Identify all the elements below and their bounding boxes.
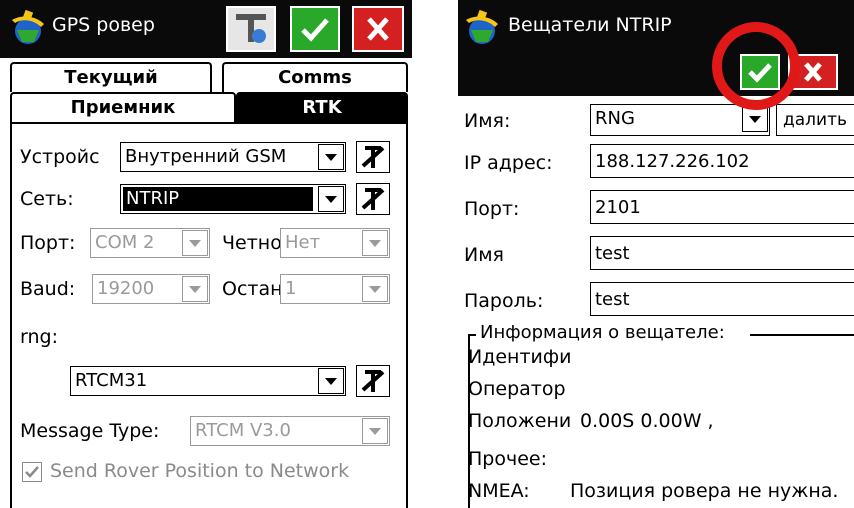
title-bar: GPS ровер (0, 0, 412, 58)
tools-icon (361, 146, 385, 168)
baud-label: Baud: (20, 278, 76, 300)
chevron-down-icon[interactable] (182, 230, 208, 256)
chevron-down-icon[interactable] (362, 418, 388, 444)
operator-label: Оператор (468, 378, 566, 400)
highlight-ring (712, 22, 800, 110)
content-border-left (10, 122, 12, 508)
send-rover-label: Send Rover Position to Network (50, 460, 350, 482)
satellite-app-icon (466, 9, 498, 44)
info-group-border (468, 334, 476, 336)
device-settings-button[interactable] (356, 141, 390, 173)
stop-bits-select[interactable]: 1 (280, 274, 390, 304)
identifier-label: Идентифи (468, 346, 572, 368)
network-settings-button[interactable] (356, 183, 390, 215)
nmea-value: Позиция ровера не нужна. (570, 480, 839, 502)
network-value: NTRIP (123, 187, 313, 211)
window-title: GPS ровер (52, 14, 155, 36)
configure-button[interactable] (226, 6, 276, 52)
chevron-down-icon[interactable] (318, 368, 344, 394)
satellite-app-icon (12, 9, 44, 44)
port-label: Порт: (20, 232, 76, 254)
caster-name-select[interactable]: RNG (590, 104, 770, 136)
chevron-down-icon[interactable] (362, 230, 388, 256)
tab-receiver[interactable]: Приемник (10, 92, 236, 122)
stop-bits-value: 1 (285, 278, 297, 299)
rng-value: RTCM31 (75, 370, 148, 391)
rng-label: rng: (20, 326, 58, 348)
user-name-input[interactable]: test (590, 236, 854, 270)
user-name-value: test (595, 243, 630, 264)
message-type-value: RTCM V3.0 (195, 420, 291, 441)
ip-address-label: IP адрес: (464, 152, 553, 174)
user-name-label: Имя (464, 244, 504, 266)
port-input[interactable]: 2101 (590, 190, 854, 224)
gps-rover-window: GPS ровер Текущий Comms Приемник RTK Уст… (0, 0, 412, 508)
other-label: Прочее: (468, 448, 547, 470)
close-button[interactable] (352, 6, 404, 52)
accept-button[interactable] (290, 6, 340, 52)
device-value: Внутренний GSM (125, 146, 287, 167)
position-value: 0.00S 0.00W , (580, 410, 714, 432)
port-select[interactable]: COM 2 (90, 228, 210, 258)
name-label: Имя: (464, 110, 511, 132)
ntrip-casters-window: Вещатели NTRIP Имя: RNG далить IP адрес:… (458, 0, 854, 508)
close-icon (367, 17, 389, 41)
nmea-label: NMEA: (468, 480, 530, 502)
checkmark-icon (301, 18, 329, 42)
password-value: test (595, 289, 630, 310)
rng-settings-button[interactable] (356, 365, 390, 397)
parity-select[interactable]: Нет (280, 228, 390, 258)
position-label: Положени (468, 410, 572, 432)
tab-comms[interactable]: Comms (222, 62, 408, 92)
tools-icon (361, 188, 385, 210)
password-label: Пароль: (464, 290, 544, 312)
content-border-top (10, 122, 408, 124)
message-type-select[interactable]: RTCM V3.0 (190, 416, 390, 446)
chevron-down-icon[interactable] (318, 144, 344, 170)
caster-info-header: Информация о вещателе: (478, 322, 727, 343)
port-value: 2101 (595, 197, 641, 218)
parity-value: Нет (285, 232, 321, 253)
port-label: Порт: (464, 198, 520, 220)
checkmark-icon (25, 466, 39, 478)
chevron-down-icon[interactable] (182, 276, 208, 302)
ip-address-input[interactable]: 188.127.226.102 (590, 144, 854, 178)
baud-value: 19200 (97, 278, 155, 299)
device-label: Устройс (20, 146, 100, 168)
password-input[interactable]: test (590, 282, 854, 316)
delete-button[interactable]: далить (776, 104, 854, 136)
rng-select[interactable]: RTCM31 (70, 366, 346, 396)
window-title: Вещатели NTRIP (508, 14, 672, 36)
tab-current[interactable]: Текущий (10, 62, 212, 92)
ip-address-value: 188.127.226.102 (595, 151, 750, 172)
message-type-label: Message Type: (20, 420, 160, 442)
baud-select[interactable]: 19200 (92, 274, 210, 304)
network-select[interactable]: NTRIP (120, 184, 346, 214)
stop-bits-label: Остан (222, 278, 283, 300)
info-group-border (750, 334, 854, 336)
device-select[interactable]: Внутренний GSM (120, 142, 346, 172)
chevron-down-icon[interactable] (318, 186, 344, 212)
port-value: COM 2 (95, 232, 155, 253)
tools-icon (361, 370, 385, 392)
tab-rtk[interactable]: RTK (236, 92, 408, 122)
network-label: Сеть: (20, 188, 74, 210)
caster-name-value: RNG (595, 108, 635, 129)
delete-label: далить (783, 110, 848, 130)
send-rover-checkbox[interactable] (22, 462, 42, 482)
content-border-right (406, 122, 408, 508)
settings-tool-icon (236, 14, 266, 43)
chevron-down-icon[interactable] (362, 276, 388, 302)
